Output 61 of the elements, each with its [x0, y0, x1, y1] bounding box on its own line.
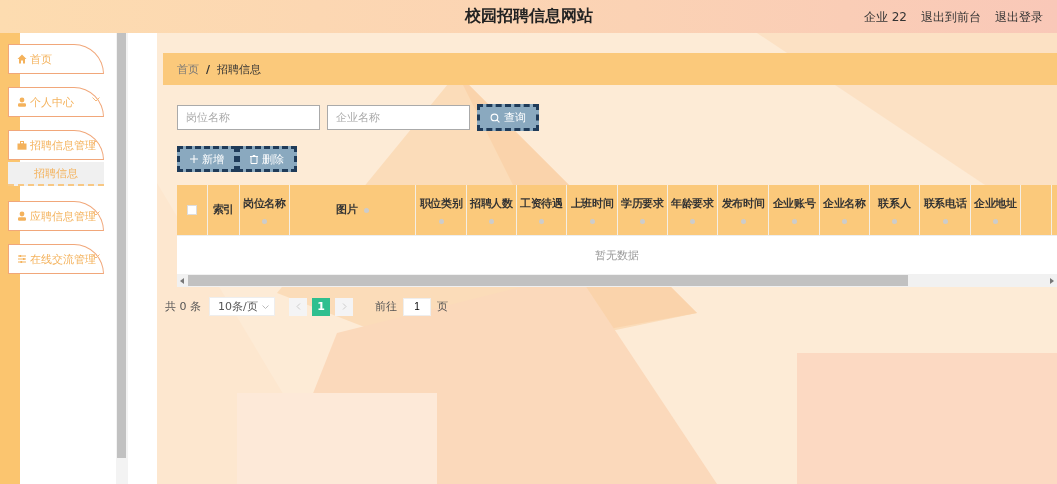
- column-header[interactable]: 学历要求: [621, 196, 664, 211]
- sort-icon[interactable]: [489, 218, 494, 224]
- menu-label: 应聘信息管理: [30, 208, 96, 224]
- sort-icon[interactable]: [690, 218, 695, 224]
- sort-icon[interactable]: [539, 218, 544, 224]
- column-header[interactable]: 企业账号: [772, 196, 816, 211]
- menu-label: 招聘信息管理: [30, 137, 96, 153]
- sort-icon[interactable]: [993, 218, 998, 224]
- person-icon: [17, 211, 27, 221]
- menu-label: 在线交流管理: [30, 251, 96, 267]
- user-name: 企业 22: [863, 9, 907, 26]
- search-field[interactable]: 岗位名称: [177, 105, 320, 130]
- menu-label: 首页: [30, 51, 52, 67]
- sliders-icon: [17, 254, 27, 264]
- sort-icon[interactable]: [363, 207, 369, 213]
- scrollbar-thumb[interactable]: [188, 275, 908, 286]
- column-header[interactable]: 图片: [336, 203, 358, 217]
- total-count: 共 0 条: [165, 299, 201, 314]
- column-header[interactable]: 索引: [212, 203, 235, 217]
- sort-icon[interactable]: [791, 218, 797, 224]
- column-header[interactable]: 企业地址: [974, 196, 1017, 211]
- search-field[interactable]: 企业名称: [327, 105, 470, 130]
- scroll-right-icon[interactable]: [1050, 277, 1054, 284]
- sort-icon[interactable]: [438, 218, 444, 224]
- page-suffix: 页: [437, 299, 448, 314]
- breadcrumb-separator: /: [206, 62, 211, 76]
- header-link[interactable]: 退出到前台: [921, 9, 981, 26]
- column-header[interactable]: 联系人: [878, 196, 911, 211]
- sort-icon[interactable]: [942, 218, 948, 224]
- column-header[interactable]: 招聘人数: [470, 196, 513, 211]
- sort-icon[interactable]: [842, 218, 847, 224]
- sort-icon[interactable]: [892, 218, 897, 224]
- page-size-select[interactable]: 10条/页: [209, 297, 275, 316]
- column-header[interactable]: 工资待遇: [520, 196, 563, 211]
- column-header[interactable]: 上班时间: [570, 196, 614, 211]
- plus-icon: [190, 155, 198, 163]
- column-header[interactable]: 发布时间: [721, 196, 765, 211]
- column-header[interactable]: 岗位名称: [243, 196, 286, 211]
- home-icon: [17, 54, 27, 64]
- menu-label: 个人中心: [30, 94, 74, 110]
- person-icon: [17, 97, 27, 107]
- header-link[interactable]: 退出登录: [995, 9, 1043, 26]
- goto-label: 前往: [375, 299, 397, 314]
- scroll-left-icon[interactable]: [180, 277, 184, 284]
- search-icon: [490, 112, 500, 123]
- scrollbar-thumb[interactable]: [117, 33, 126, 458]
- site-title: 校园招聘信息网站: [464, 6, 593, 27]
- select-all-checkbox[interactable]: [187, 205, 197, 215]
- column-header[interactable]: 年龄要求: [671, 196, 714, 211]
- column-header[interactable]: 企业名称: [823, 196, 866, 211]
- column-header[interactable]: 联系电话: [923, 196, 967, 211]
- sort-icon[interactable]: [589, 218, 595, 224]
- chevron-icon: [262, 304, 269, 309]
- trash-icon: [250, 154, 258, 164]
- sort-icon[interactable]: [640, 218, 645, 224]
- sort-icon[interactable]: [262, 218, 267, 224]
- sort-icon[interactable]: [740, 218, 746, 224]
- breadcrumb-current: 招聘信息: [217, 61, 262, 77]
- empty-message: 暂无数据: [595, 247, 639, 263]
- column-header[interactable]: 职位类别: [419, 196, 463, 211]
- briefcase-icon: [17, 140, 27, 150]
